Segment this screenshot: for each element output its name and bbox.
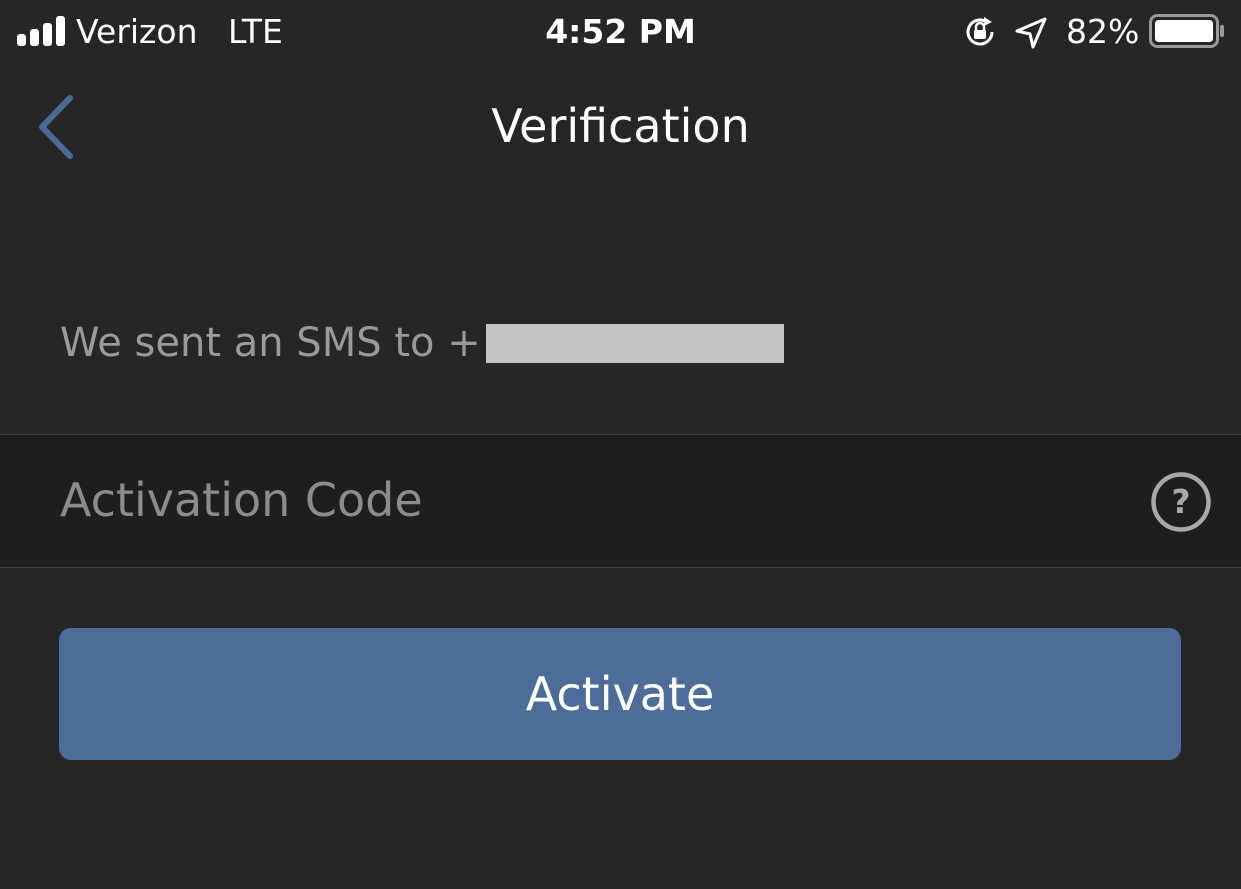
status-time: 4:52 PM [545,12,696,51]
verification-screen: Verizon LTE 4:52 PM 82% Verification We … [0,0,1241,889]
question-circle-icon[interactable]: ? [1150,471,1212,533]
page-title: Verification [491,99,750,153]
activation-code-row: ? [0,434,1241,568]
sms-sent-message: We sent an SMS to + [60,320,481,366]
battery-icon [1149,14,1224,48]
activation-code-input[interactable] [60,467,1120,533]
battery-percentage: 82% [1066,12,1140,51]
rotation-lock-icon [966,17,994,46]
redacted-phone-number [486,324,784,363]
status-bar: Verizon LTE 4:52 PM 82% [0,0,1241,64]
activate-button[interactable]: Activate [59,628,1181,760]
location-arrow-icon [1015,17,1047,49]
svg-text:?: ? [1171,482,1190,521]
